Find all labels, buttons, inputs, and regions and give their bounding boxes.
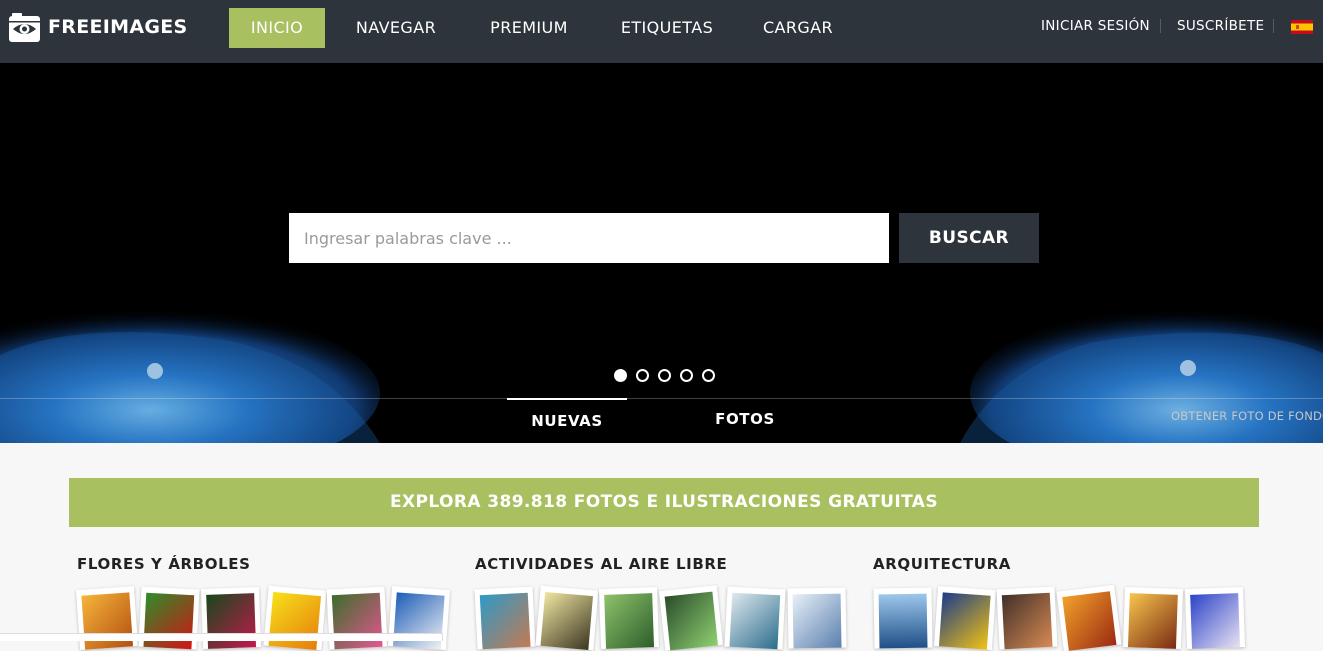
photo-thumbnail[interactable] [1122,587,1184,649]
category-title[interactable]: ARQUITECTURA [873,555,1011,573]
photo-thumbnail[interactable] [474,586,536,650]
photo-thumbnail[interactable] [598,587,660,649]
slider-dots [614,369,715,382]
photo-thumbnail[interactable] [873,587,933,649]
nav-cargar[interactable]: CARGAR [752,8,844,48]
nav-premium[interactable]: PREMIUM [475,8,583,48]
slider-dot[interactable] [680,369,693,382]
hero-divider [0,398,1323,399]
tab-nuevas-fotos[interactable]: NUEVAS FOTOS [507,398,627,438]
photo-thumbnail[interactable] [724,586,786,650]
spain-flag-icon[interactable] [1291,20,1313,34]
photo-thumbnail[interactable] [1056,584,1122,651]
photo-thumbnail[interactable] [659,585,723,651]
slider-dot[interactable] [658,369,671,382]
subscribe-link[interactable]: SUSCRÍBETE [1177,18,1264,34]
brand-name: FREEIMAGES [48,16,188,38]
slider-dot[interactable] [636,369,649,382]
search-input[interactable] [289,213,889,263]
hero-banner: BUSCAR NUEVAS FOTOS FOTOS POPULARES OBTE… [0,63,1323,443]
category-thumbnails[interactable] [474,585,856,651]
category-title[interactable]: FLORES Y ÁRBOLES [77,555,250,573]
nav-divider [1273,19,1274,33]
camera-eye-icon [9,12,40,42]
photo-thumbnail[interactable] [787,587,847,649]
photo-thumbnail[interactable] [933,586,997,650]
slider-dot[interactable] [702,369,715,382]
login-link[interactable]: INICIAR SESIÓN [1041,18,1150,34]
photo-thumbnail[interactable] [1184,587,1246,649]
explore-banner[interactable]: EXPLORA 389.818 FOTOS E ILUSTRACIONES GR… [69,478,1259,527]
category-thumbnails[interactable] [873,584,1254,651]
category-title[interactable]: ACTIVIDADES AL AIRE LIBRE [475,555,727,573]
search-button[interactable]: BUSCAR [899,213,1039,263]
photo-thumbnail[interactable] [996,586,1058,650]
tab-fotos-populares[interactable]: FOTOS POPULARES [668,398,822,438]
browser-status-bar [0,633,443,641]
slider-dot[interactable] [614,369,627,382]
brand-logo[interactable]: FREEIMAGES [8,10,188,44]
nav-navegar[interactable]: NAVEGAR [345,8,447,48]
top-navbar: FREEIMAGES INICIO NAVEGAR PREMIUM ETIQUE… [0,0,1323,63]
nav-divider [1160,19,1161,33]
get-background-link[interactable]: OBTENER FOTO DE FONDO [1171,409,1323,423]
nav-inicio[interactable]: INICIO [229,8,325,48]
nav-etiquetas[interactable]: ETIQUETAS [612,8,722,48]
